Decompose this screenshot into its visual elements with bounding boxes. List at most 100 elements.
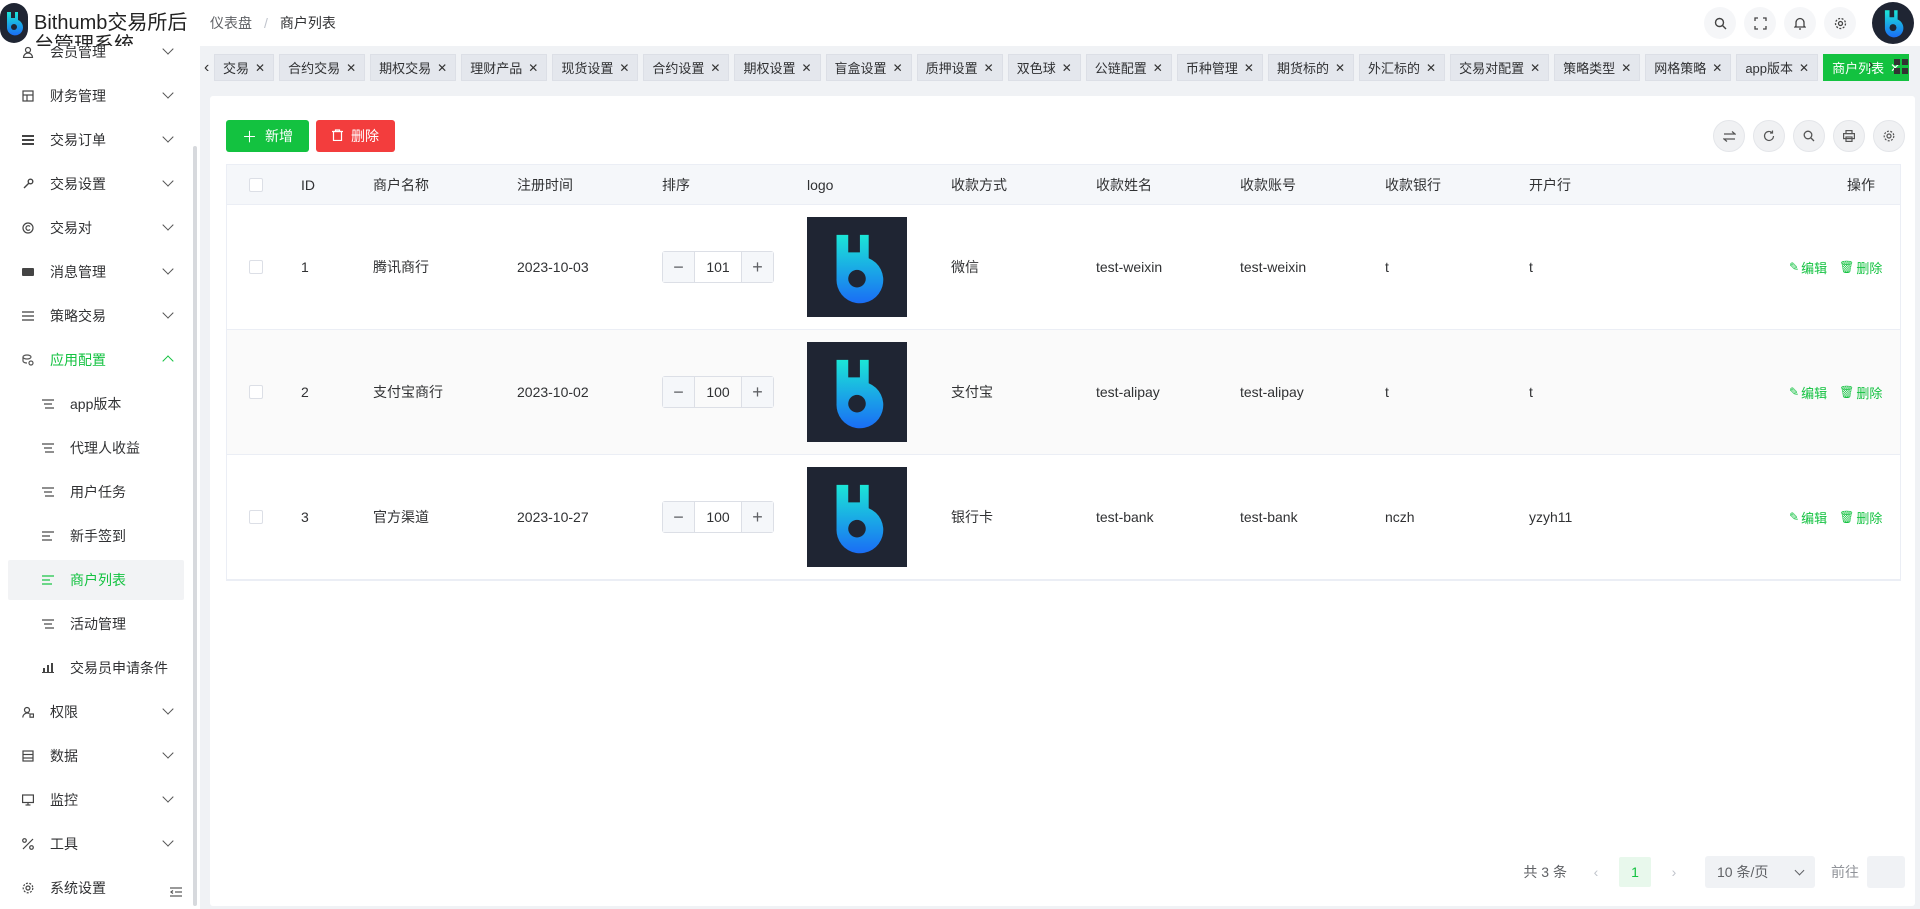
sidebar-item-merchant-list[interactable]: 商户列表 (8, 560, 184, 600)
scroll-left-icon[interactable]: ‹ (204, 59, 214, 76)
sidebar-item-orders[interactable]: 交易订单 (8, 120, 184, 160)
search-icon[interactable] (1704, 7, 1736, 39)
close-icon[interactable]: ✕ (801, 61, 811, 75)
close-icon[interactable]: ✕ (346, 61, 356, 75)
sidebar-item-tools[interactable]: 工具 (8, 824, 184, 864)
sidebar-item-members[interactable]: 会员管理 (8, 46, 184, 72)
collapse-sidebar-icon[interactable] (170, 886, 186, 902)
prev-page-icon[interactable]: ‹ (1581, 864, 1611, 880)
fullscreen-icon[interactable] (1744, 7, 1776, 39)
next-page-icon[interactable]: › (1659, 864, 1689, 880)
edit-button[interactable]: ✎ 编辑 (1789, 258, 1827, 277)
close-icon[interactable]: ✕ (1153, 61, 1163, 75)
sidebar-item-app-config[interactable]: 应用配置 (8, 340, 184, 380)
tag-coin-management[interactable]: 币种管理 ✕ (1176, 54, 1263, 81)
close-icon[interactable]: ✕ (710, 61, 720, 75)
merchant-logo[interactable] (807, 467, 907, 567)
sidebar-item-newbie-checkin[interactable]: 新手签到 (8, 516, 184, 556)
sidebar-item-user-tasks[interactable]: 用户任务 (8, 472, 184, 512)
print-icon[interactable] (1833, 120, 1865, 152)
tag-spot-settings[interactable]: 现货设置 ✕ (552, 54, 639, 81)
scroll-right-icon[interactable]: › (1868, 56, 1873, 74)
bell-icon[interactable] (1784, 7, 1816, 39)
sort-input[interactable]: 101 (695, 259, 741, 275)
sidebar-item-permissions[interactable]: 权限 (8, 692, 184, 732)
goto-page-input[interactable] (1867, 856, 1905, 888)
user-avatar[interactable] (1872, 2, 1914, 44)
sidebar-item-monitor[interactable]: 监控 (8, 780, 184, 820)
delete-row-button[interactable]: 🗑 删除 (1839, 383, 1882, 402)
close-icon[interactable]: ✕ (893, 61, 903, 75)
sort-input[interactable]: 100 (695, 384, 741, 400)
close-icon[interactable]: ✕ (1712, 61, 1722, 75)
close-icon[interactable]: ✕ (1062, 61, 1072, 75)
tag-grid-strategy[interactable]: 网格策略 ✕ (1645, 54, 1732, 81)
close-icon[interactable]: ✕ (1335, 61, 1345, 75)
tag-lottery[interactable]: 双色球 ✕ (1007, 54, 1081, 81)
edit-button[interactable]: ✎ 编辑 (1789, 508, 1827, 527)
close-icon[interactable]: ✕ (255, 61, 265, 75)
tag-app-version[interactable]: app版本 ✕ (1736, 54, 1819, 81)
sidebar-item-strategy[interactable]: 策略交易 (8, 296, 184, 336)
tag-strategy-type[interactable]: 策略类型 ✕ (1554, 54, 1641, 81)
tag-trade[interactable]: 交易 ✕ (214, 54, 275, 81)
decrement-button[interactable]: − (663, 377, 695, 407)
close-icon[interactable]: ✕ (1799, 61, 1809, 75)
delete-row-button[interactable]: 🗑 删除 (1839, 258, 1882, 277)
row-checkbox[interactable] (249, 205, 263, 329)
gear-icon[interactable] (1824, 7, 1856, 39)
select-all-checkbox[interactable] (249, 165, 263, 204)
decrement-button[interactable]: − (663, 502, 695, 532)
grid-menu-icon[interactable] (1894, 59, 1910, 75)
sidebar-item-agent-income[interactable]: 代理人收益 (8, 428, 184, 468)
page-number[interactable]: 1 (1619, 857, 1651, 887)
close-icon[interactable]: ✕ (984, 61, 994, 75)
close-icon[interactable]: ✕ (437, 61, 447, 75)
sort-input[interactable]: 100 (695, 509, 741, 525)
increment-button[interactable]: + (741, 502, 773, 532)
sidebar-item-app-version[interactable]: app版本 (8, 384, 184, 424)
delete-button[interactable]: 删除 (316, 120, 395, 152)
tag-contract-trade[interactable]: 合约交易 ✕ (279, 54, 366, 81)
close-icon[interactable]: ✕ (619, 61, 629, 75)
increment-button[interactable]: + (741, 377, 773, 407)
merchant-logo[interactable] (807, 342, 907, 442)
tag-wealth-products[interactable]: 理财产品 ✕ (461, 54, 548, 81)
tag-pair-config[interactable]: 交易对配置 ✕ (1450, 54, 1550, 81)
row-checkbox[interactable] (249, 455, 263, 579)
switch-icon[interactable] (1713, 120, 1745, 152)
sidebar-item-finance[interactable]: 财务管理 (8, 76, 184, 116)
tag-forex-target[interactable]: 外汇标的 ✕ (1359, 54, 1446, 81)
merchant-logo[interactable] (807, 217, 907, 317)
close-icon[interactable]: ✕ (1530, 61, 1540, 75)
close-icon[interactable]: ✕ (1426, 61, 1436, 75)
decrement-button[interactable]: − (663, 252, 695, 282)
tag-option-settings[interactable]: 期权设置 ✕ (734, 54, 821, 81)
sidebar-item-trader-conditions[interactable]: 交易员申请条件 (8, 648, 184, 688)
tag-option-trade[interactable]: 期权交易 ✕ (370, 54, 457, 81)
close-icon[interactable]: ✕ (528, 61, 538, 75)
sidebar-scrollbar[interactable] (193, 146, 197, 906)
refresh-icon[interactable] (1753, 120, 1785, 152)
sidebar-item-data[interactable]: 数据 (8, 736, 184, 776)
tag-blindbox-settings[interactable]: 盲盒设置 ✕ (825, 54, 912, 81)
delete-row-button[interactable]: 🗑 删除 (1839, 508, 1882, 527)
search-icon[interactable] (1793, 120, 1825, 152)
sidebar-item-trade-pairs[interactable]: 交易对 (8, 208, 184, 248)
page-size-select[interactable]: 10 条/页 (1705, 856, 1815, 888)
tag-futures-target[interactable]: 期货标的 ✕ (1267, 54, 1355, 81)
close-icon[interactable]: ✕ (1244, 61, 1254, 75)
increment-button[interactable]: + (741, 252, 773, 282)
gear-icon[interactable] (1873, 120, 1905, 152)
tag-chain-config[interactable]: 公链配置 ✕ (1085, 54, 1172, 81)
tag-contract-settings[interactable]: 合约设置 ✕ (643, 54, 730, 81)
sidebar-item-messages[interactable]: 消息管理 (8, 252, 184, 292)
close-icon[interactable]: ✕ (1621, 61, 1631, 75)
sidebar-item-activity[interactable]: 活动管理 (8, 604, 184, 644)
edit-button[interactable]: ✎ 编辑 (1789, 383, 1827, 402)
tag-staking-settings[interactable]: 质押设置 ✕ (916, 54, 1003, 81)
sidebar-item-trade-settings[interactable]: 交易设置 (8, 164, 184, 204)
row-checkbox[interactable] (249, 330, 263, 454)
breadcrumb-dashboard[interactable]: 仪表盘 (210, 13, 252, 33)
sidebar-item-system-settings[interactable]: 系统设置 (8, 868, 184, 908)
